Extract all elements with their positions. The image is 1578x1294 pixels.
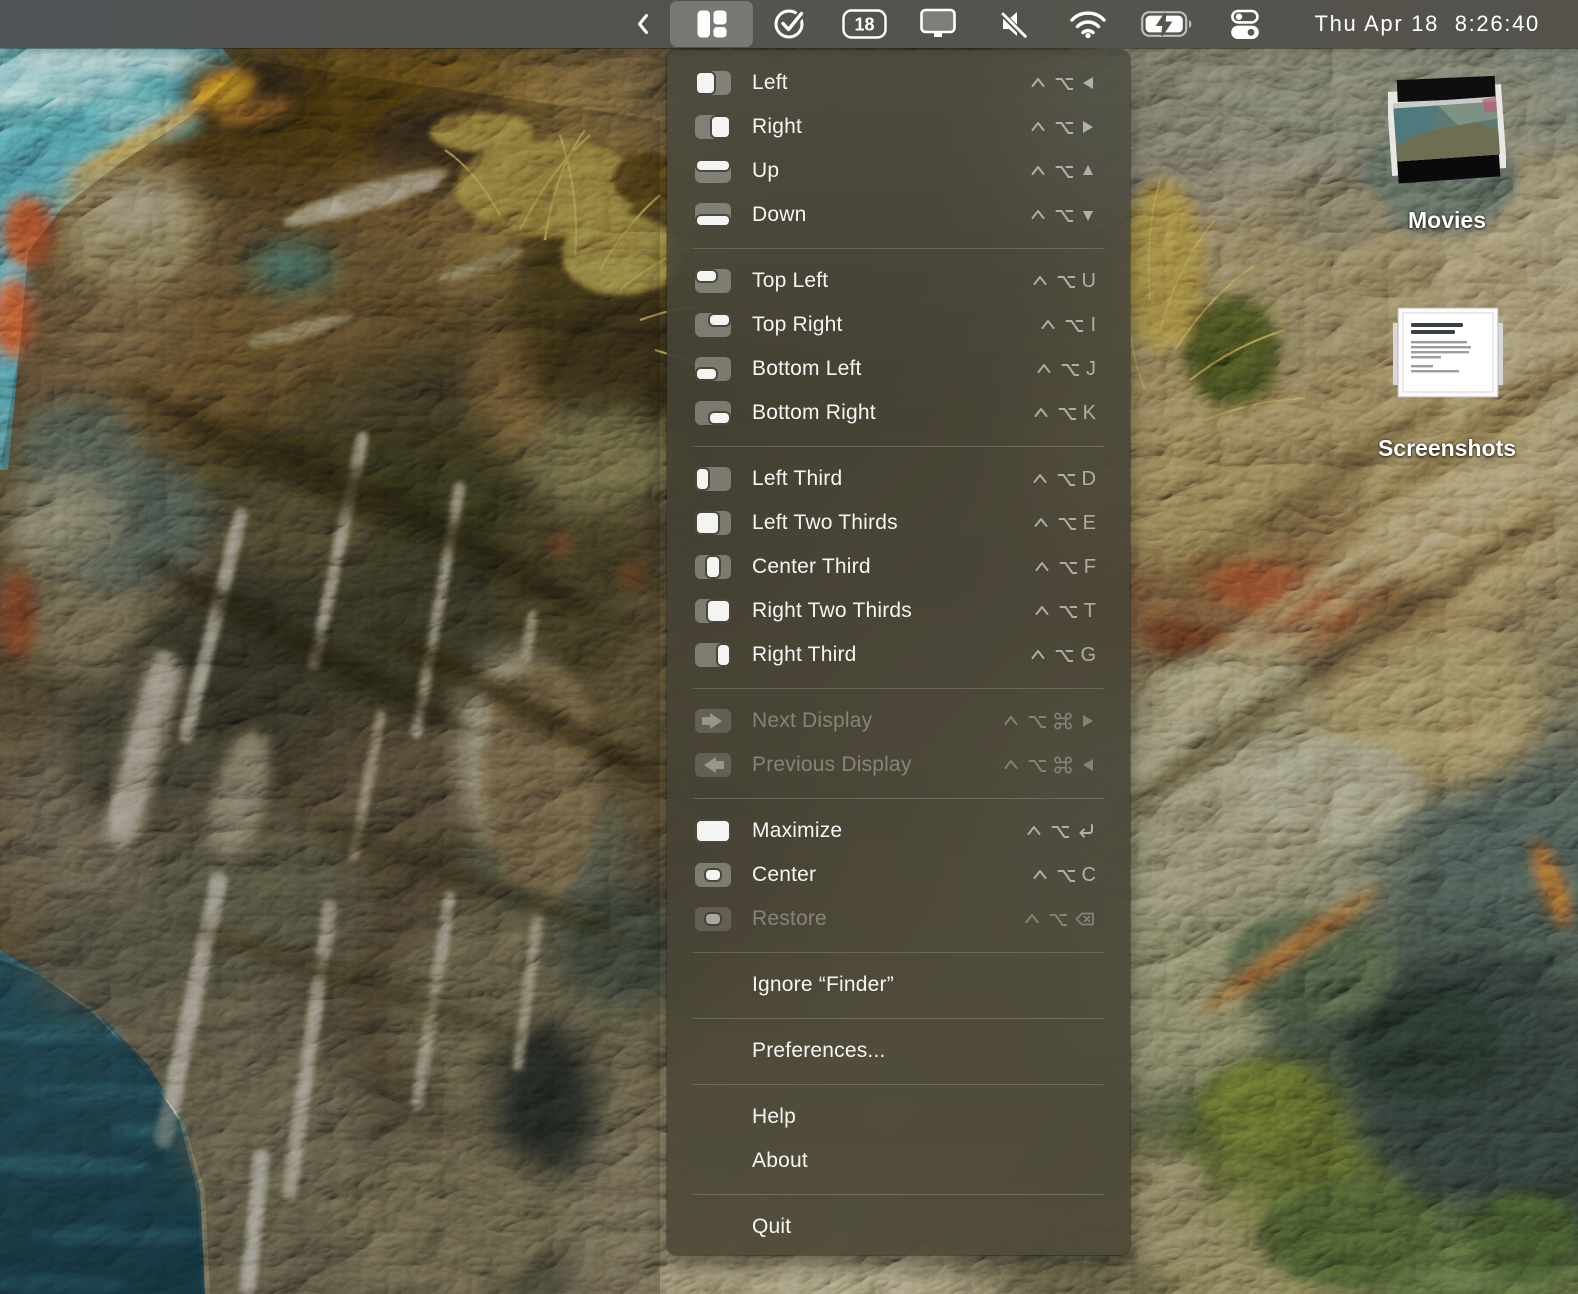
svg-text:18: 18 [854,15,874,35]
